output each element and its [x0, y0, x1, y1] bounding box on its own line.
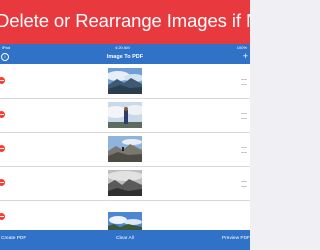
- battery-label: 100%: [236, 45, 247, 50]
- plus-icon[interactable]: +: [243, 51, 248, 62]
- reorder-handle-icon[interactable]: [241, 113, 247, 119]
- list-item: [0, 98, 250, 133]
- promo-banner: Delete or Rearrange Images if Needed: [0, 0, 250, 44]
- delete-icon[interactable]: [0, 145, 5, 152]
- clock-label: 4:20 AM: [115, 45, 130, 50]
- delete-icon[interactable]: [0, 111, 5, 118]
- delete-icon[interactable]: [0, 213, 5, 220]
- clear-all-button[interactable]: Clear All: [116, 236, 134, 242]
- bottom-toolbar: Create PDF Clear All Preview PDF: [0, 230, 250, 250]
- status-bar: iPad 4:20 AM 100%: [0, 44, 250, 51]
- navigation-bar: i Image To PDF +: [0, 51, 250, 64]
- page-title: Image To PDF: [106, 54, 144, 60]
- banner-text: Delete or Rearrange Images if Needed: [0, 10, 250, 31]
- carrier-label: iPad: [2, 45, 11, 50]
- delete-icon[interactable]: [0, 77, 5, 84]
- list-item: [0, 166, 250, 201]
- preview-pdf-button[interactable]: Preview PDF: [222, 236, 250, 242]
- image-thumbnail: [108, 68, 142, 94]
- reorder-handle-icon[interactable]: [241, 79, 247, 85]
- image-thumbnail: [108, 102, 142, 128]
- list-item: [0, 64, 250, 99]
- image-thumbnail: [108, 170, 142, 196]
- reorder-handle-icon[interactable]: [241, 147, 247, 153]
- image-thumbnail: [108, 136, 142, 162]
- image-list: [0, 64, 250, 230]
- list-item: [0, 200, 250, 230]
- create-pdf-button[interactable]: Create PDF: [1, 236, 26, 242]
- reorder-handle-icon[interactable]: [241, 181, 247, 187]
- image-thumbnail: [108, 212, 142, 230]
- list-item: [0, 132, 250, 167]
- delete-icon[interactable]: [0, 179, 5, 186]
